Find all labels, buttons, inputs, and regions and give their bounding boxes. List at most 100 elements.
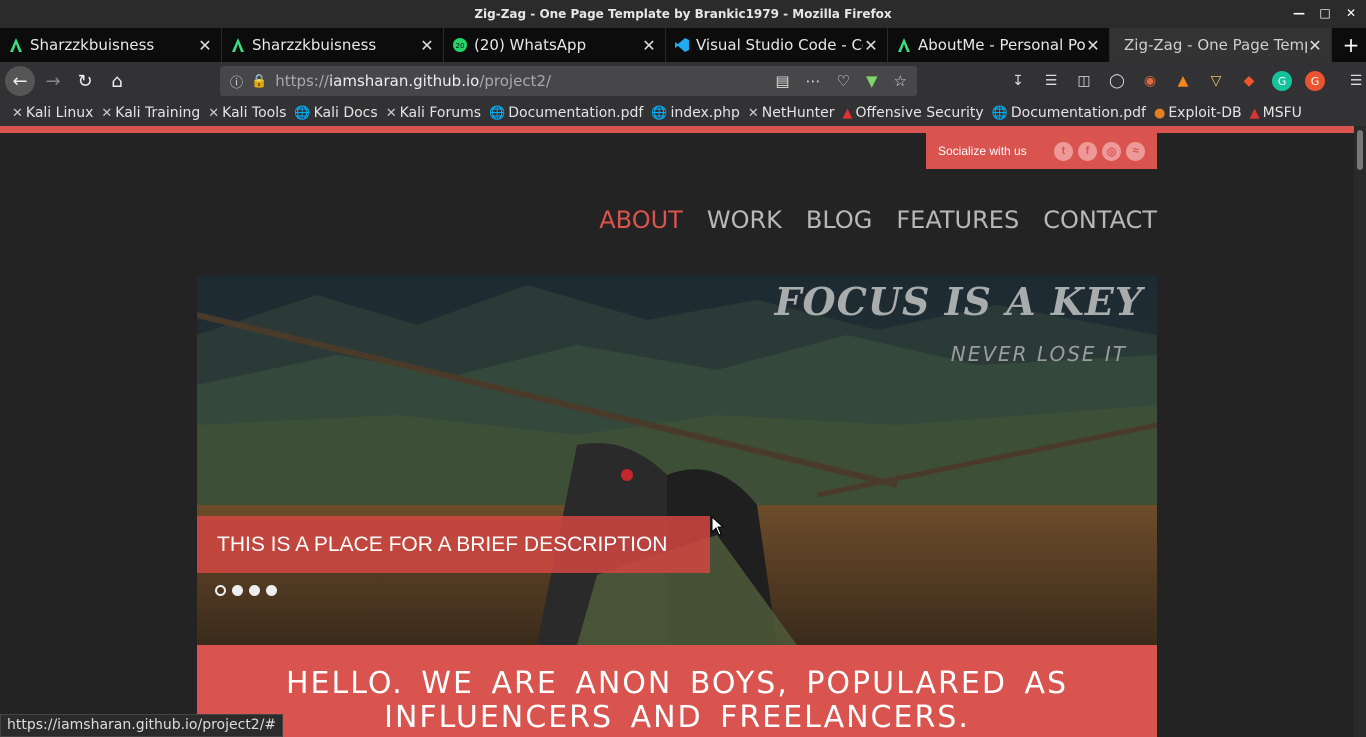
slider-dot[interactable] bbox=[215, 585, 226, 596]
extension-globe-icon[interactable]: ◉ bbox=[1140, 71, 1160, 91]
url-bar[interactable]: ⓘ 🔒 https://iamsharan.github.io/project2… bbox=[220, 66, 917, 96]
account-icon[interactable]: ◯ bbox=[1107, 71, 1127, 91]
bookmark-kali-training[interactable]: ✕ Kali Training bbox=[101, 105, 200, 121]
bookmarks-bar: ✕ Kali Linux ✕ Kali Training ✕ Kali Tools 🌐… bbox=[0, 100, 1366, 126]
intro-banner: HELLO. WE ARE ANON BOYS, POPULARED AS IN… bbox=[197, 645, 1157, 737]
tab-whatsapp[interactable]: 20 (20) WhatsApp ✕ bbox=[444, 28, 666, 62]
tab-sharzzk-2[interactable]: Sharzzkbuisness ✕ bbox=[222, 28, 444, 62]
window-title: Zig-Zag - One Page Template by Brankic19… bbox=[474, 7, 892, 21]
google-extension-icon[interactable]: G bbox=[1305, 71, 1325, 91]
tab-label: Sharzzkbuisness bbox=[30, 36, 155, 54]
tab-label: Visual Studio Code - Cod bbox=[696, 36, 863, 54]
tab-close-icon[interactable]: ✕ bbox=[1307, 36, 1323, 55]
scrollbar-thumb[interactable] bbox=[1357, 130, 1363, 170]
url-text[interactable]: https://iamsharan.github.io/project2/ bbox=[275, 72, 551, 90]
site-nav: ABOUT WORK BLOG FEATURES CONTACT bbox=[599, 206, 1157, 234]
url-actions: ▤ ⋯ ♡ ▼ ☆ bbox=[775, 72, 907, 90]
maximize-icon[interactable]: □ bbox=[1318, 6, 1332, 20]
hero-slider[interactable]: FOCUS IS A KEY NEVER LOSE IT THIS IS A P… bbox=[197, 275, 1157, 645]
tab-label: (20) WhatsApp bbox=[474, 36, 587, 54]
close-icon[interactable]: ✕ bbox=[1344, 6, 1358, 20]
tab-close-icon[interactable]: ✕ bbox=[1085, 36, 1101, 55]
twitter-icon[interactable]: t bbox=[1054, 141, 1073, 161]
social-icons: t f ◎ ≈ bbox=[1054, 141, 1145, 161]
dribbble-icon[interactable]: ◎ bbox=[1102, 141, 1121, 161]
tab-vscode[interactable]: Visual Studio Code - Cod ✕ bbox=[666, 28, 888, 62]
globe-icon: 🌐 bbox=[489, 105, 506, 121]
more-actions-icon[interactable]: ⋯ bbox=[806, 72, 821, 90]
bookmark-kali-forums[interactable]: ✕ Kali Forums bbox=[386, 105, 481, 121]
metamask-icon[interactable]: ▲ bbox=[1173, 71, 1193, 91]
android-a-icon bbox=[898, 38, 910, 52]
tab-label: Sharzzkbuisness bbox=[252, 36, 377, 54]
tab-label: AboutMe - Personal Port bbox=[918, 36, 1085, 54]
bookmark-documentation-1[interactable]: 🌐 Documentation.pdf bbox=[489, 105, 643, 121]
window-controls: — □ ✕ bbox=[1292, 6, 1358, 20]
reload-button[interactable]: ↻ bbox=[70, 66, 100, 96]
bookmark-msfu[interactable]: ▲ MSFU bbox=[1250, 105, 1302, 121]
tab-zigzag[interactable]: Zig-Zag - One Page Templa ✕ bbox=[1110, 28, 1332, 62]
new-tab-button[interactable]: + bbox=[1336, 28, 1366, 62]
kali-dragon-icon: ✕ bbox=[12, 105, 23, 121]
nav-features[interactable]: FEATURES bbox=[896, 206, 1019, 234]
bookmark-nethunter[interactable]: ✕ NetHunter bbox=[748, 105, 835, 121]
page-viewport: Socialize with us t f ◎ ≈ ABOUT WORK BLO… bbox=[0, 126, 1354, 737]
tab-close-icon[interactable]: ✕ bbox=[419, 36, 435, 55]
download-icon[interactable]: ↧ bbox=[1008, 71, 1028, 91]
slider-dot[interactable] bbox=[266, 585, 277, 596]
tab-sharzzk-1[interactable]: Sharzzkbuisness ✕ bbox=[0, 28, 222, 62]
vscode-icon bbox=[675, 38, 689, 52]
tab-close-icon[interactable]: ✕ bbox=[197, 36, 213, 55]
nav-about[interactable]: ABOUT bbox=[599, 206, 683, 234]
status-bar-link: https://iamsharan.github.io/project2/# bbox=[0, 714, 284, 737]
bookmark-kali-tools[interactable]: ✕ Kali Tools bbox=[208, 105, 286, 121]
forward-button[interactable]: → bbox=[38, 66, 68, 96]
menu-icon[interactable]: ☰ bbox=[1346, 71, 1366, 91]
grammarly-icon[interactable]: G bbox=[1272, 71, 1292, 91]
filter-icon[interactable]: ▽ bbox=[1206, 71, 1226, 91]
nav-work[interactable]: WORK bbox=[707, 206, 782, 234]
home-button[interactable]: ⌂ bbox=[102, 66, 132, 96]
social-bar: Socialize with us t f ◎ ≈ bbox=[926, 133, 1157, 169]
pocket-icon[interactable]: ♡ bbox=[837, 72, 850, 90]
bookmark-kali-docs[interactable]: 🌐 Kali Docs bbox=[294, 105, 377, 121]
minimize-icon[interactable]: — bbox=[1292, 6, 1306, 20]
library-icon[interactable]: ☰ bbox=[1041, 71, 1061, 91]
nav-contact[interactable]: CONTACT bbox=[1043, 206, 1157, 234]
tab-bar: Sharzzkbuisness ✕ Sharzzkbuisness ✕ 20 (… bbox=[0, 28, 1366, 62]
rss-icon[interactable]: ≈ bbox=[1126, 141, 1145, 161]
page-scrollbar[interactable] bbox=[1354, 126, 1366, 737]
slider-dot[interactable] bbox=[249, 585, 260, 596]
navigation-toolbar: ← → ↻ ⌂ ⓘ 🔒 https://iamsharan.github.io/… bbox=[0, 62, 1366, 100]
bookmark-documentation-2[interactable]: 🌐 Documentation.pdf bbox=[992, 105, 1146, 121]
tab-aboutme[interactable]: AboutMe - Personal Port ✕ bbox=[888, 28, 1110, 62]
kali-dragon-icon: ✕ bbox=[101, 105, 113, 121]
slider-dots bbox=[215, 585, 277, 596]
toolbar-extensions: ↧ ☰ ◫ ◯ ◉ ▲ ▽ ◆ G G ☰ bbox=[1008, 66, 1366, 96]
reader-view-icon[interactable]: ▤ bbox=[775, 72, 789, 90]
shield-icon[interactable]: ▼ bbox=[866, 72, 878, 90]
bookmark-index-php[interactable]: 🌐 index.php bbox=[651, 105, 740, 121]
back-button[interactable]: ← bbox=[5, 66, 35, 96]
globe-icon: 🌐 bbox=[651, 105, 668, 121]
android-a-icon bbox=[10, 38, 22, 52]
bookmark-kali-linux[interactable]: ✕ Kali Linux bbox=[12, 105, 93, 121]
facebook-icon[interactable]: f bbox=[1078, 141, 1097, 161]
offsec-icon: ▲ bbox=[842, 105, 853, 121]
kali-dragon-icon: ✕ bbox=[385, 105, 397, 121]
mouse-cursor-icon bbox=[711, 516, 725, 536]
tab-close-icon[interactable]: ✕ bbox=[863, 36, 879, 55]
tab-close-icon[interactable]: ✕ bbox=[641, 36, 657, 55]
window-title-bar: Zig-Zag - One Page Template by Brankic19… bbox=[0, 0, 1366, 28]
kali-dragon-icon: ✕ bbox=[208, 105, 220, 121]
bookmark-star-icon[interactable]: ☆ bbox=[894, 72, 907, 90]
sidebar-icon[interactable]: ◫ bbox=[1074, 71, 1094, 91]
fox-extension-icon[interactable]: ◆ bbox=[1239, 71, 1259, 91]
hero-image bbox=[197, 275, 1157, 645]
slider-dot[interactable] bbox=[232, 585, 243, 596]
bookmark-offensive-security[interactable]: ▲ Offensive Security bbox=[843, 105, 984, 121]
info-icon[interactable]: ⓘ bbox=[230, 72, 243, 91]
nav-blog[interactable]: BLOG bbox=[806, 206, 872, 234]
lock-icon: 🔒 bbox=[251, 73, 268, 89]
bookmark-exploit-db[interactable]: ● Exploit-DB bbox=[1154, 105, 1242, 121]
